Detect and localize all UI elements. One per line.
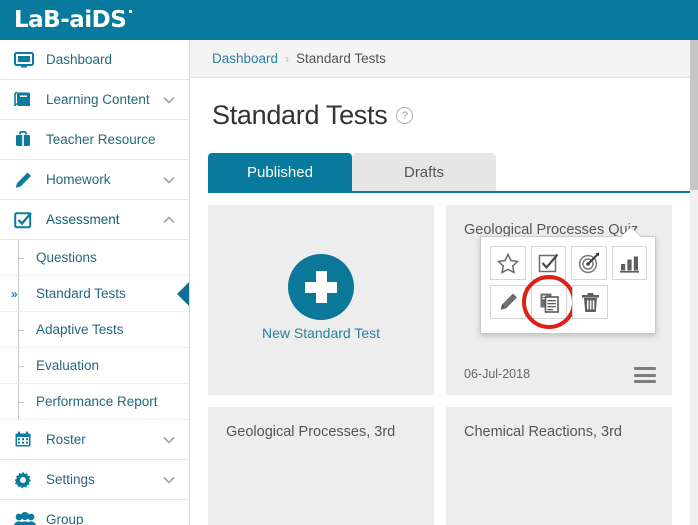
sidebar-subitem-performance-report[interactable]: Performance Report [0, 384, 189, 420]
delete-trash-icon[interactable] [572, 285, 608, 319]
sidebar-item-settings[interactable]: Settings [0, 460, 189, 500]
tree-tick [18, 366, 24, 367]
popup-row-secondary [490, 285, 647, 319]
tab-drafts[interactable]: Drafts [352, 153, 496, 191]
sidebar-subitem-adaptive-tests[interactable]: Adaptive Tests [0, 312, 189, 348]
tree-tick [18, 258, 24, 259]
main-content: Dashboard › Standard Tests Standard Test… [190, 40, 698, 525]
tab-published[interactable]: Published [208, 153, 352, 191]
menu-bar [634, 380, 656, 383]
sidebar-item-dashboard[interactable]: Dashboard [0, 40, 189, 80]
sidebar-sublabel: Questions [36, 250, 97, 265]
bar-chart-icon[interactable] [612, 246, 648, 280]
double-chevron-right-icon: » [11, 287, 18, 301]
card-title: Chemical Reactions, 3rd [464, 423, 654, 442]
plus-vertical-bar [316, 271, 327, 303]
tab-label: Published [247, 164, 313, 181]
tree-rail [18, 276, 19, 311]
favorite-star-icon[interactable] [490, 246, 526, 280]
hamburger-menu-icon[interactable] [634, 367, 656, 383]
page-title: Standard Tests [212, 100, 387, 131]
pencil-icon [14, 169, 40, 191]
sidebar-label: Group [46, 512, 84, 525]
chevron-up-icon[interactable] [163, 211, 175, 229]
application-window: LaB-aiDS Dashboard Learning Content Teac [0, 0, 698, 525]
new-standard-test-label: New Standard Test [262, 325, 380, 341]
breadcrumb-link-dashboard[interactable]: Dashboard [212, 51, 278, 66]
logo-trademark-dot [129, 10, 132, 13]
tree-tick [18, 330, 24, 331]
chevron-down-icon[interactable] [163, 171, 175, 189]
breadcrumb: Dashboard › Standard Tests [190, 40, 698, 78]
gear-icon [14, 469, 40, 491]
assign-checkbox-icon[interactable] [531, 246, 567, 280]
menu-bar [634, 367, 656, 370]
sidebar-item-assessment[interactable]: Assessment [0, 200, 189, 240]
sidebar-item-roster[interactable]: Roster [0, 420, 189, 460]
help-icon[interactable]: ? [396, 107, 413, 124]
sidebar-sublabel: Standard Tests [36, 286, 126, 301]
sidebar-label: Homework [46, 172, 111, 187]
chevron-down-icon[interactable] [163, 471, 175, 489]
sidebar-sublabel: Adaptive Tests [36, 322, 124, 337]
logo-text: LaB-aiDS [14, 7, 126, 33]
sidebar-subitem-standard-tests[interactable]: » Standard Tests [0, 276, 189, 312]
breadcrumb-current: Standard Tests [296, 51, 386, 66]
sidebar-sublabel: Evaluation [36, 358, 99, 373]
sidebar-label: Teacher Resource [46, 132, 156, 147]
card-action-popup-menu [480, 236, 656, 334]
test-card[interactable]: Geological Processes, 3rd [208, 407, 434, 525]
sidebar-label: Settings [46, 472, 95, 487]
test-card[interactable]: Chemical Reactions, 3rd [446, 407, 672, 525]
new-standard-test-card[interactable]: New Standard Test [208, 205, 434, 395]
plus-circle-icon[interactable] [288, 259, 354, 325]
copy-icon[interactable] [531, 285, 567, 319]
page-scrollbar[interactable] [690, 40, 698, 525]
sidebar-item-learning-content[interactable]: Learning Content [0, 80, 189, 120]
sidebar-label: Assessment [46, 212, 120, 227]
sidebar-label: Dashboard [46, 52, 112, 67]
sidebar-item-group[interactable]: Group [0, 500, 189, 525]
target-icon[interactable] [571, 246, 607, 280]
calendar-icon [14, 429, 40, 451]
popup-arrow [621, 228, 641, 237]
monitor-icon [14, 49, 40, 71]
menu-bar [634, 374, 656, 377]
sidebar-item-teacher-resource[interactable]: Teacher Resource [0, 120, 189, 160]
people-icon [14, 509, 40, 525]
breadcrumb-separator-icon: › [285, 52, 289, 66]
book-icon [14, 89, 40, 111]
chevron-down-icon[interactable] [163, 431, 175, 449]
card-date: 06-Jul-2018 [464, 367, 530, 381]
tab-label: Drafts [404, 164, 444, 181]
checkbox-icon [14, 209, 40, 231]
sidebar-subitem-evaluation[interactable]: Evaluation [0, 348, 189, 384]
sidebar-subitem-questions[interactable]: Questions [0, 240, 189, 276]
briefcase-icon [14, 129, 40, 151]
sidebar-label: Roster [46, 432, 86, 447]
card-title: Geological Processes, 3rd [226, 423, 416, 442]
tab-bar: Published Drafts [208, 153, 698, 191]
lab-aids-logo[interactable]: LaB-aiDS [14, 9, 126, 32]
sidebar-sublabel: Performance Report [36, 394, 158, 409]
page-header: Standard Tests ? [190, 78, 698, 131]
tree-tick [18, 402, 24, 403]
edit-pencil-icon[interactable] [490, 285, 526, 319]
plus-circle-bg [288, 254, 354, 320]
scrollbar-thumb[interactable] [690, 40, 698, 190]
sidebar-navigation: Dashboard Learning Content Teacher Resou… [0, 40, 190, 525]
app-header: LaB-aiDS [0, 0, 698, 40]
tab-underline [208, 191, 698, 193]
chevron-down-icon[interactable] [163, 91, 175, 109]
sidebar-item-homework[interactable]: Homework [0, 160, 189, 200]
sidebar-label: Learning Content [46, 92, 150, 107]
popup-row-primary [490, 246, 647, 280]
active-pointer-marker [177, 281, 190, 307]
